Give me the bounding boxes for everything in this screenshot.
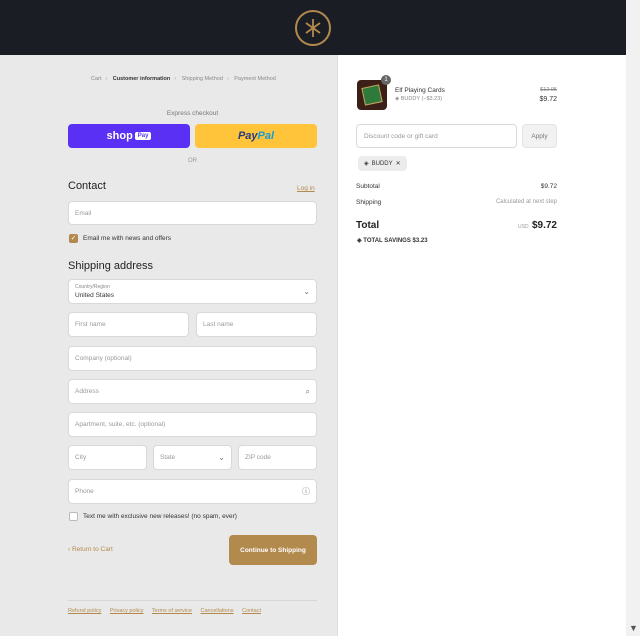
price-original: $12.95 (540, 87, 557, 93)
footer-link-terms-of-service[interactable]: Terms of service (152, 608, 192, 614)
zip-code-field[interactable]: ZIP code (238, 445, 317, 470)
breadcrumb-chevron-icon: › (174, 76, 177, 82)
phone-placeholder: Phone (75, 488, 94, 495)
footer-link-contact[interactable]: Contact (242, 608, 261, 614)
discount-code-placeholder: Discount code or gift card (364, 132, 438, 140)
paypal-wordmark-pal: Pal (257, 130, 275, 142)
country-select-value: United States (75, 292, 115, 299)
city-field[interactable]: City (68, 445, 147, 470)
breadcrumb: Cart › Customer information › Shipping Met… (91, 76, 276, 82)
breadcrumb-cart[interactable]: Cart (91, 76, 101, 82)
footer-link-cancellations[interactable]: Cancellations (201, 608, 234, 614)
chevron-down-icon: ⌄ (303, 287, 310, 296)
city-placeholder: City (75, 454, 87, 461)
price-final: $9.72 (539, 96, 557, 103)
footer-links: Refund policy Privacy policy Terms of se… (68, 608, 268, 614)
or-divider: OR (188, 158, 197, 164)
product-discount: ◈ BUDDY (−$3.23) (395, 96, 442, 102)
tag-icon: ◈ (364, 161, 369, 167)
scroll-down-arrow-icon[interactable]: ▼ (629, 623, 638, 633)
first-name-field[interactable]: First name (68, 312, 189, 337)
applied-code-tag: ◈ BUDDY ✕ (358, 156, 407, 171)
country-select-label: Country/Region (75, 284, 110, 290)
footer-divider (68, 600, 317, 601)
last-name-placeholder: Last name (203, 321, 234, 328)
shipping-value: Calculated at next step (495, 199, 557, 205)
last-name-field[interactable]: Last name (196, 312, 317, 337)
return-to-cart-link[interactable]: ‹ Return to Cart (68, 546, 113, 553)
log-in-link[interactable]: Log in (297, 185, 315, 192)
breadcrumb-shipping-method: Shipping Method (181, 76, 223, 82)
footer-link-privacy-policy[interactable]: Privacy policy (110, 608, 144, 614)
paypal-button[interactable]: Pay Pal (195, 124, 317, 148)
newsletter-label: Email me with news and offers (83, 235, 172, 242)
quantity-badge: 1 (381, 75, 391, 85)
help-icon[interactable]: ⓘ (302, 486, 310, 497)
apartment-placeholder: Apartment, suite, etc. (optional) (75, 421, 166, 428)
product-thumbnail (357, 80, 387, 110)
footer-link-refund-policy[interactable]: Refund policy (68, 608, 101, 614)
shop-pay-wordmark: shop (106, 130, 133, 142)
product-discount-label: BUDDY (−$3.23) (400, 96, 443, 102)
total-savings: ◈ TOTAL SAVINGS $3.23 (357, 237, 428, 244)
total-savings-label: TOTAL SAVINGS (363, 238, 411, 244)
state-select[interactable]: State ⌄ (153, 445, 232, 470)
company-field[interactable]: Company (optional) (68, 346, 317, 371)
chevron-down-icon: ⌄ (218, 453, 225, 462)
shipping-address-heading: Shipping address (68, 260, 154, 272)
state-placeholder: State (160, 454, 176, 461)
breadcrumb-chevron-icon: › (105, 76, 108, 82)
email-placeholder: Email (75, 209, 92, 217)
shop-pay-button[interactable]: shop Pay (68, 124, 190, 148)
remove-code-icon[interactable]: ✕ (396, 160, 401, 167)
playing-cards-image (361, 84, 383, 106)
store-header (0, 0, 626, 55)
product-name: Elf Playing Cards (395, 87, 445, 94)
applied-code-label: BUDDY (371, 160, 393, 167)
logo-mark-icon (305, 18, 321, 37)
address-placeholder: Address (75, 388, 99, 395)
return-to-cart-label: Return to Cart (71, 546, 113, 553)
discount-code-input[interactable]: Discount code or gift card (356, 124, 517, 148)
store-logo[interactable] (295, 9, 331, 46)
subtotal-value: $9.72 (540, 183, 557, 190)
scrollbar[interactable] (626, 0, 640, 636)
email-field[interactable]: Email (68, 201, 317, 225)
first-name-placeholder: First name (75, 321, 106, 328)
shipping-label: Shipping (356, 199, 382, 206)
address-field[interactable]: Address ⌕ (68, 379, 317, 404)
breadcrumb-customer-information: Customer information (112, 76, 171, 82)
contact-heading: Contact (68, 180, 106, 192)
subtotal-label: Subtotal (356, 183, 380, 190)
search-icon: ⌕ (305, 386, 310, 396)
breadcrumb-chevron-icon: › (226, 76, 229, 82)
express-checkout-label: Express checkout (166, 110, 219, 117)
sms-checkbox[interactable] (69, 512, 78, 521)
phone-field[interactable]: Phone ⓘ (68, 479, 317, 504)
breadcrumb-payment-method: Payment Method (234, 76, 276, 82)
shop-pay-badge: Pay (134, 132, 152, 140)
paypal-wordmark-pay: Pay (237, 130, 258, 142)
continue-to-shipping-button[interactable]: Continue to Shipping (229, 535, 317, 565)
total-value: $9.72 (531, 220, 557, 231)
country-select[interactable]: Country/Region United States ⌄ (68, 279, 317, 304)
newsletter-checkbox[interactable]: ✓ (69, 234, 78, 243)
zip-code-placeholder: ZIP code (245, 454, 271, 461)
total-currency: USD (518, 224, 529, 230)
sms-label: Text me with exclusive new releases! (no… (83, 513, 237, 520)
company-placeholder: Company (optional) (75, 355, 132, 362)
total-label: Total (356, 220, 380, 231)
total-savings-value: $3.23 (412, 238, 428, 244)
apply-button[interactable]: Apply (522, 124, 557, 148)
apartment-field[interactable]: Apartment, suite, etc. (optional) (68, 412, 317, 437)
